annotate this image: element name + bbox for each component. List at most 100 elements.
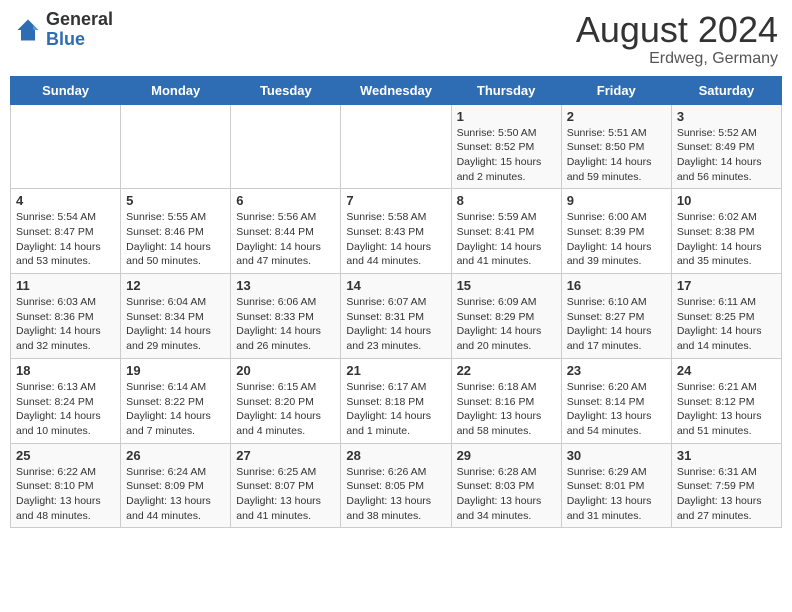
day-cell: 30 Sunrise: 6:29 AM Sunset: 8:01 PM Dayli… <box>561 443 671 528</box>
week-row-2: 4Sunrise: 5:54 AM Sunset: 8:47 PM Daylig… <box>11 189 782 274</box>
day-info: Sunrise: 6:04 AM Sunset: 8:34 PM Dayligh… <box>126 295 225 354</box>
day-info: Sunrise: 5:59 AM Sunset: 8:41 PM Dayligh… <box>457 210 556 269</box>
day-cell: 4Sunrise: 5:54 AM Sunset: 8:47 PM Daylig… <box>11 189 121 274</box>
day-cell <box>341 104 451 189</box>
header-row: SundayMondayTuesdayWednesdayThursdayFrid… <box>11 76 782 104</box>
day-info: Sunrise: 6:09 AM Sunset: 8:29 PM Dayligh… <box>457 295 556 354</box>
day-cell: 26 Sunrise: 6:24 AM Sunset: 8:09 PM Dayli… <box>121 443 231 528</box>
day-info: Sunrise: 6:02 AM Sunset: 8:38 PM Dayligh… <box>677 210 776 269</box>
day-number: 20 <box>236 363 335 378</box>
day-cell: 7 Sunrise: 5:58 AM Sunset: 8:43 PM Daylig… <box>341 189 451 274</box>
calendar-table: SundayMondayTuesdayWednesdayThursdayFrid… <box>10 76 782 529</box>
day-cell: 14 Sunrise: 6:07 AM Sunset: 8:31 PM Dayli… <box>341 274 451 359</box>
day-number: 14 <box>346 278 445 293</box>
day-number: 18 <box>16 363 115 378</box>
day-number: 11 <box>16 278 115 293</box>
day-cell: 25 Sunrise: 6:22 AM Sunset: 8:10 PM Dayli… <box>11 443 121 528</box>
day-cell <box>121 104 231 189</box>
column-header-saturday: Saturday <box>671 76 781 104</box>
column-header-wednesday: Wednesday <box>341 76 451 104</box>
day-info: Sunrise: 6:00 AM Sunset: 8:39 PM Dayligh… <box>567 210 666 269</box>
week-row-3: 11 Sunrise: 6:03 AM Sunset: 8:36 PM Dayli… <box>11 274 782 359</box>
day-cell: 20 Sunrise: 6:15 AM Sunset: 8:20 PM Dayli… <box>231 358 341 443</box>
day-number: 15 <box>457 278 556 293</box>
title-block: August 2024 Erdweg, Germany <box>576 10 778 68</box>
day-cell: 27 Sunrise: 6:25 AM Sunset: 8:07 PM Dayli… <box>231 443 341 528</box>
day-cell <box>11 104 121 189</box>
day-number: 19 <box>126 363 225 378</box>
logo-general-text: General <box>46 10 113 30</box>
day-number: 27 <box>236 448 335 463</box>
day-cell: 21Sunrise: 6:17 AM Sunset: 8:18 PM Dayli… <box>341 358 451 443</box>
day-number: 31 <box>677 448 776 463</box>
day-info: Sunrise: 5:52 AM Sunset: 8:49 PM Dayligh… <box>677 126 776 185</box>
day-number: 26 <box>126 448 225 463</box>
day-info: Sunrise: 6:29 AM Sunset: 8:01 PM Dayligh… <box>567 465 666 524</box>
week-row-5: 25 Sunrise: 6:22 AM Sunset: 8:10 PM Dayli… <box>11 443 782 528</box>
day-info: Sunrise: 6:21 AM Sunset: 8:12 PM Dayligh… <box>677 380 776 439</box>
day-cell: 28 Sunrise: 6:26 AM Sunset: 8:05 PM Dayli… <box>341 443 451 528</box>
day-info: Sunrise: 5:55 AM Sunset: 8:46 PM Dayligh… <box>126 210 225 269</box>
day-cell: 10Sunrise: 6:02 AM Sunset: 8:38 PM Dayli… <box>671 189 781 274</box>
week-row-1: 1 Sunrise: 5:50 AM Sunset: 8:52 PM Daylig… <box>11 104 782 189</box>
day-info: Sunrise: 6:31 AM Sunset: 7:59 PM Dayligh… <box>677 465 776 524</box>
day-info: Sunrise: 6:06 AM Sunset: 8:33 PM Dayligh… <box>236 295 335 354</box>
page-header: General Blue August 2024 Erdweg, Germany <box>10 10 782 68</box>
day-number: 2 <box>567 109 666 124</box>
day-number: 5 <box>126 193 225 208</box>
day-number: 24 <box>677 363 776 378</box>
day-number: 29 <box>457 448 556 463</box>
day-number: 25 <box>16 448 115 463</box>
day-info: Sunrise: 5:58 AM Sunset: 8:43 PM Dayligh… <box>346 210 445 269</box>
calendar-header: SundayMondayTuesdayWednesdayThursdayFrid… <box>11 76 782 104</box>
column-header-monday: Monday <box>121 76 231 104</box>
day-info: Sunrise: 6:11 AM Sunset: 8:25 PM Dayligh… <box>677 295 776 354</box>
day-number: 6 <box>236 193 335 208</box>
day-info: Sunrise: 5:51 AM Sunset: 8:50 PM Dayligh… <box>567 126 666 185</box>
day-info: Sunrise: 6:20 AM Sunset: 8:14 PM Dayligh… <box>567 380 666 439</box>
day-cell: 22 Sunrise: 6:18 AM Sunset: 8:16 PM Dayli… <box>451 358 561 443</box>
day-info: Sunrise: 6:17 AM Sunset: 8:18 PM Dayligh… <box>346 380 445 439</box>
day-number: 4 <box>16 193 115 208</box>
day-cell: 15 Sunrise: 6:09 AM Sunset: 8:29 PM Dayli… <box>451 274 561 359</box>
logo-text: General Blue <box>46 10 113 50</box>
day-number: 8 <box>457 193 556 208</box>
day-info: Sunrise: 6:24 AM Sunset: 8:09 PM Dayligh… <box>126 465 225 524</box>
week-row-4: 18Sunrise: 6:13 AM Sunset: 8:24 PM Dayli… <box>11 358 782 443</box>
day-cell: 11 Sunrise: 6:03 AM Sunset: 8:36 PM Dayli… <box>11 274 121 359</box>
day-info: Sunrise: 5:56 AM Sunset: 8:44 PM Dayligh… <box>236 210 335 269</box>
column-header-sunday: Sunday <box>11 76 121 104</box>
day-cell: 29 Sunrise: 6:28 AM Sunset: 8:03 PM Dayli… <box>451 443 561 528</box>
day-cell: 3Sunrise: 5:52 AM Sunset: 8:49 PM Daylig… <box>671 104 781 189</box>
day-info: Sunrise: 5:50 AM Sunset: 8:52 PM Dayligh… <box>457 126 556 185</box>
day-info: Sunrise: 6:10 AM Sunset: 8:27 PM Dayligh… <box>567 295 666 354</box>
day-cell: 6 Sunrise: 5:56 AM Sunset: 8:44 PM Daylig… <box>231 189 341 274</box>
day-info: Sunrise: 6:14 AM Sunset: 8:22 PM Dayligh… <box>126 380 225 439</box>
day-cell: 12Sunrise: 6:04 AM Sunset: 8:34 PM Dayli… <box>121 274 231 359</box>
calendar-body: 1 Sunrise: 5:50 AM Sunset: 8:52 PM Daylig… <box>11 104 782 528</box>
day-info: Sunrise: 6:15 AM Sunset: 8:20 PM Dayligh… <box>236 380 335 439</box>
day-number: 1 <box>457 109 556 124</box>
column-header-friday: Friday <box>561 76 671 104</box>
day-info: Sunrise: 6:03 AM Sunset: 8:36 PM Dayligh… <box>16 295 115 354</box>
day-cell <box>231 104 341 189</box>
day-number: 30 <box>567 448 666 463</box>
day-cell: 9Sunrise: 6:00 AM Sunset: 8:39 PM Daylig… <box>561 189 671 274</box>
logo-icon <box>14 16 42 44</box>
day-number: 28 <box>346 448 445 463</box>
logo-blue-text: Blue <box>46 30 113 50</box>
day-number: 7 <box>346 193 445 208</box>
day-number: 23 <box>567 363 666 378</box>
month-year-title: August 2024 <box>576 10 778 50</box>
location-subtitle: Erdweg, Germany <box>576 50 778 68</box>
day-info: Sunrise: 6:25 AM Sunset: 8:07 PM Dayligh… <box>236 465 335 524</box>
day-number: 22 <box>457 363 556 378</box>
day-info: Sunrise: 6:28 AM Sunset: 8:03 PM Dayligh… <box>457 465 556 524</box>
day-info: Sunrise: 6:07 AM Sunset: 8:31 PM Dayligh… <box>346 295 445 354</box>
day-cell: 2 Sunrise: 5:51 AM Sunset: 8:50 PM Daylig… <box>561 104 671 189</box>
day-number: 17 <box>677 278 776 293</box>
day-info: Sunrise: 6:18 AM Sunset: 8:16 PM Dayligh… <box>457 380 556 439</box>
day-info: Sunrise: 6:22 AM Sunset: 8:10 PM Dayligh… <box>16 465 115 524</box>
day-cell: 18Sunrise: 6:13 AM Sunset: 8:24 PM Dayli… <box>11 358 121 443</box>
day-info: Sunrise: 6:26 AM Sunset: 8:05 PM Dayligh… <box>346 465 445 524</box>
